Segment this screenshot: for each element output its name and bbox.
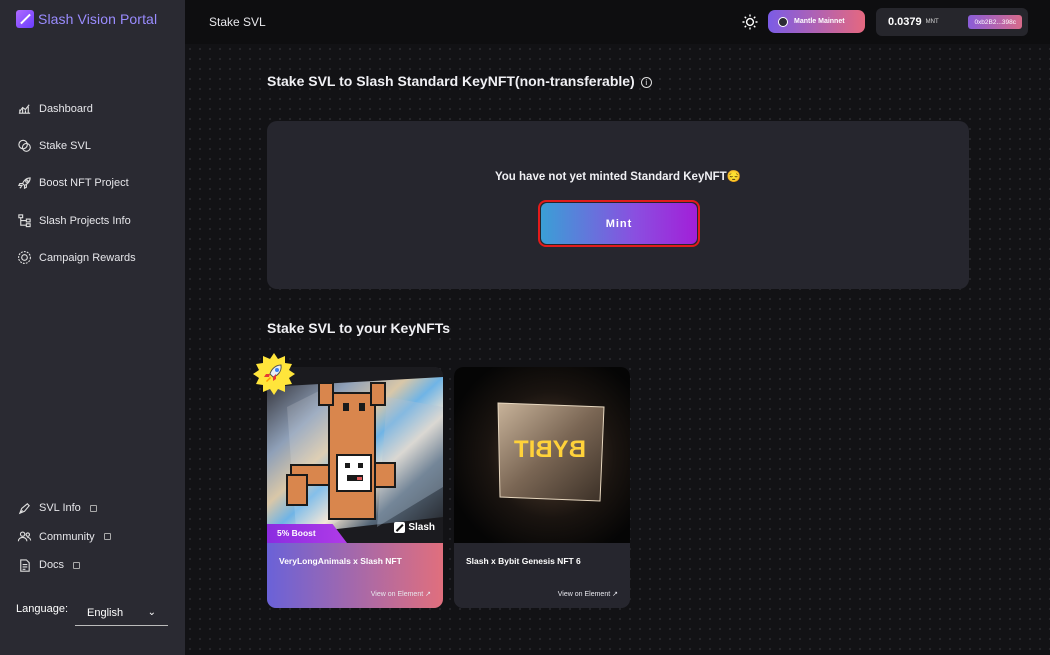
view-on-element-link[interactable]: View on Element ↗ (558, 590, 618, 598)
network-name: Mantle Mainnet (794, 18, 845, 25)
boost-rocket-icon (252, 352, 296, 396)
language-value: English (87, 606, 124, 619)
info-icon[interactable]: i (640, 76, 652, 88)
slash-brand-badge: Slash (394, 522, 435, 533)
logo[interactable]: Slash Vision Portal (16, 10, 157, 28)
sidebar-item-label: Stake SVL (39, 139, 91, 152)
document-icon (16, 557, 32, 573)
view-link-label: View on Element (557, 591, 611, 598)
chart-icon (16, 101, 32, 117)
sidebar-item-stake-svl[interactable]: Stake SVL (16, 127, 136, 164)
balance-unit: MNT (925, 19, 939, 25)
sidebar-item-label: Slash Projects Info (39, 214, 131, 227)
sidebar-item-community[interactable]: Community (16, 523, 111, 552)
bybit-cube-text: BYBIT (514, 436, 586, 463)
sidebar-item-dashboard[interactable]: Dashboard (16, 90, 136, 127)
people-icon (16, 529, 32, 545)
nft-card-bybit-genesis[interactable]: BYBIT Slash x Bybit Genesis NFT 6 View o… (454, 367, 630, 608)
mint-button[interactable]: Mint (541, 203, 697, 244)
section-title-text: Stake SVL to Slash Standard KeyNFT(non-t… (267, 73, 635, 89)
wallet-address-button[interactable]: 0xb2B2...398c (968, 15, 1022, 29)
nft-card-footer: VeryLongAnimals x Slash NFT View on Elem… (267, 543, 443, 608)
sidebar-item-label: Boost NFT Project (39, 177, 129, 190)
sidebar-item-svl-info[interactable]: SVL Info (16, 494, 111, 523)
sidebar: Slash Vision Portal Dashboard Stake SVL … (0, 0, 185, 655)
sidebar-item-docs[interactable]: Docs (16, 551, 111, 580)
language-select[interactable]: English ⌄ (75, 600, 168, 626)
rocket-icon (16, 175, 32, 191)
slash-logo-icon (394, 522, 406, 533)
sidebar-nav: Dashboard Stake SVL Boost NFT Project Sl… (16, 90, 136, 276)
pen-icon (16, 500, 32, 516)
sidebar-item-label: Docs (39, 559, 65, 572)
view-on-element-link[interactable]: View on Element ↗ (371, 590, 431, 598)
link-icon: ↗ (425, 591, 431, 598)
language-label: Language: (16, 603, 68, 615)
sidebar-item-label: Community (39, 530, 95, 543)
brand-name: Slash (408, 522, 435, 533)
bybit-cube-artwork: BYBIT (454, 367, 630, 543)
coins-icon (16, 138, 32, 154)
view-link-label: View on Element (370, 591, 424, 598)
nft-card-footer: Slash x Bybit Genesis NFT 6 View on Elem… (454, 543, 630, 608)
main-content: Stake SVL to Slash Standard KeyNFT(non-t… (185, 44, 1050, 655)
sidebar-item-label: Dashboard (39, 102, 93, 115)
nft-card-verylonganimals[interactable]: 5% Boost Slash VeryLongAnimals x Slash N… (267, 367, 443, 608)
external-link-icon (89, 504, 97, 512)
nft-name: Slash x Bybit Genesis NFT 6 (466, 556, 581, 566)
wallet-balance: 0.0379 (888, 16, 922, 28)
keynfts-section-title: Stake SVL to your KeyNFTs (267, 320, 451, 336)
page-title: Stake SVL (209, 15, 266, 29)
standard-keynft-section-title: Stake SVL to Slash Standard KeyNFT(non-t… (267, 73, 652, 89)
sidebar-item-label: Campaign Rewards (39, 251, 136, 264)
gear-badge-icon (16, 250, 32, 266)
wallet-info: 0.0379 MNT 0xb2B2...398c (876, 8, 1028, 36)
sidebar-item-campaign-rewards[interactable]: Campaign Rewards (16, 239, 136, 276)
app-name: Slash Vision Portal (38, 11, 158, 27)
nft-image: BYBIT (454, 367, 630, 543)
sidebar-item-boost-nft-project[interactable]: Boost NFT Project (16, 165, 136, 202)
external-link-icon (73, 561, 81, 569)
chevron-down-icon: ⌄ (147, 607, 156, 618)
external-link-icon (103, 533, 111, 541)
sidebar-bottom-links: SVL Info Community Docs (16, 494, 111, 580)
top-bar: Stake SVL Mantle Mainnet 0.0379 MNT 0xb2… (185, 0, 1050, 44)
link-icon: ↗ (612, 591, 618, 598)
mint-status-message: You have not yet minted Standard KeyNFT😔 (494, 171, 742, 183)
nft-name: VeryLongAnimals x Slash NFT (279, 556, 402, 566)
mint-card: You have not yet minted Standard KeyNFT😔… (267, 121, 969, 289)
hierarchy-icon (16, 213, 32, 229)
slash-logo-icon (16, 10, 34, 28)
sun-icon[interactable] (741, 13, 759, 31)
sidebar-item-label: SVL Info (39, 502, 81, 515)
network-button[interactable]: Mantle Mainnet (768, 10, 865, 33)
mantle-network-icon (778, 16, 788, 27)
sidebar-item-slash-projects-info[interactable]: Slash Projects Info (16, 202, 136, 239)
